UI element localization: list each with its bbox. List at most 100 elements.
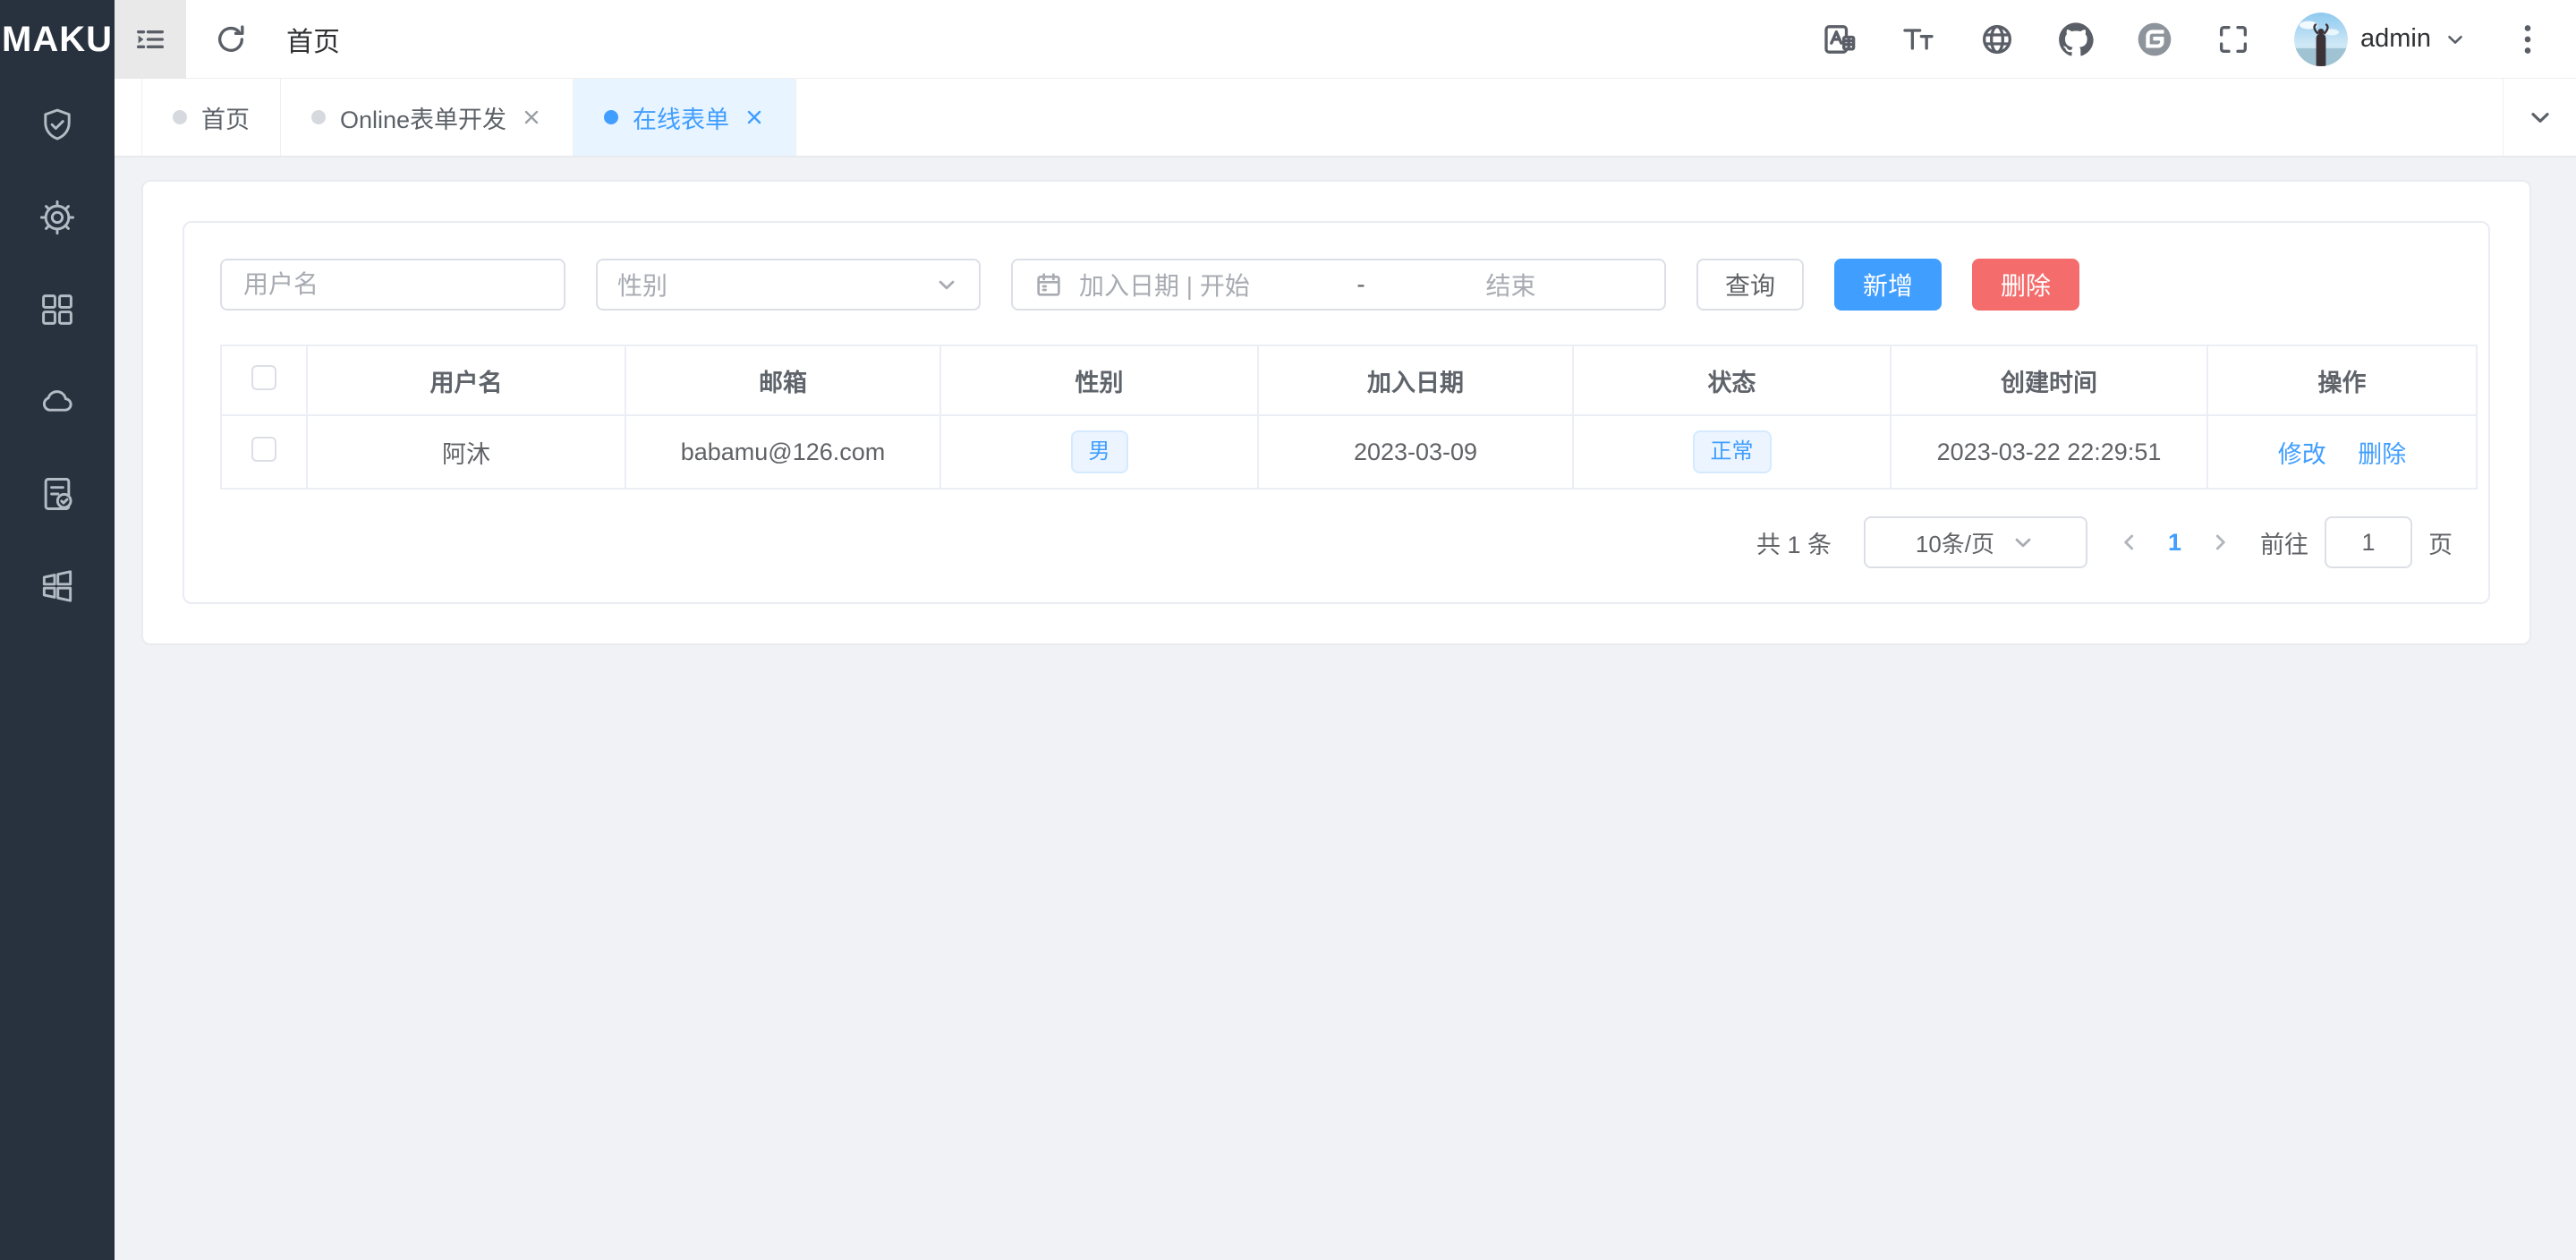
gender-select-placeholder: 性别: [617, 267, 934, 302]
tab-dot: [604, 110, 618, 124]
gear-icon: [38, 198, 77, 237]
table-row: 阿沐 babamu@126.com 男 2023-03-09 正常 2023-0…: [221, 415, 2477, 489]
tab-bar: 首页 Online表单开发 在线表单: [115, 79, 2576, 158]
sidebar-menu: [0, 79, 115, 632]
language-button[interactable]: [1979, 21, 2015, 57]
gender-cell: 男: [940, 415, 1258, 489]
translate-icon: [1822, 21, 1858, 57]
globe-icon: [1979, 21, 2015, 57]
kebab-menu-icon: [2510, 21, 2546, 57]
translate-button[interactable]: [1822, 21, 1858, 57]
sidebar-item-form[interactable]: [0, 447, 115, 540]
github-icon: [2058, 21, 2094, 57]
app-logo: MAKU: [0, 0, 115, 79]
github-button[interactable]: [2058, 21, 2094, 57]
tab-online-form-dev[interactable]: Online表单开发: [281, 79, 574, 156]
gender-select[interactable]: 性别: [596, 259, 981, 311]
gitee-button[interactable]: [2137, 21, 2172, 57]
chevron-down-icon: [2526, 103, 2555, 132]
tab-list-dropdown-button[interactable]: [2503, 79, 2576, 156]
search-toolbar: 性别 加入日期 | 开始 - 结束 查询: [220, 259, 2453, 311]
tab-dot: [311, 110, 326, 124]
close-icon[interactable]: [521, 106, 542, 128]
add-button[interactable]: 新增: [1834, 259, 1942, 311]
created-cell: 2023-03-22 22:29:51: [1891, 415, 2207, 489]
prev-page-button[interactable]: [2118, 531, 2141, 554]
outer-card: 性别 加入日期 | 开始 - 结束 查询: [141, 180, 2531, 645]
username-label: admin: [2360, 24, 2431, 54]
join-date-range-picker[interactable]: 加入日期 | 开始 - 结束: [1011, 259, 1666, 311]
current-page-number[interactable]: 1: [2168, 529, 2181, 557]
column-header: 加入日期: [1258, 345, 1573, 415]
column-header: 创建时间: [1891, 345, 2207, 415]
edit-link[interactable]: 修改: [2278, 441, 2326, 468]
table-header-row: 用户名 邮箱 性别 加入日期 状态 创建时间 操作: [221, 345, 2477, 415]
tab-dot: [173, 110, 187, 124]
sidebar-toggle-button[interactable]: [115, 0, 186, 79]
chevron-down-icon: [934, 272, 959, 297]
shield-check-icon: [38, 106, 77, 145]
row-checkbox[interactable]: [251, 437, 276, 462]
page-size-value: 10条/页: [1916, 526, 1994, 559]
font-size-icon: [1900, 21, 1936, 57]
date-end-placeholder: 结束: [1379, 267, 1643, 302]
username-input[interactable]: [220, 259, 565, 311]
username-cell: 阿沐: [307, 415, 625, 489]
status-badge: 正常: [1693, 430, 1772, 472]
column-header: 用户名: [307, 345, 625, 415]
sidebar-item-settings[interactable]: [0, 171, 115, 263]
column-header: 操作: [2207, 345, 2477, 415]
font-size-button[interactable]: [1900, 21, 1936, 57]
close-icon[interactable]: [744, 106, 765, 128]
more-options-button[interactable]: [2510, 21, 2546, 57]
top-header: 首页: [115, 0, 2576, 79]
column-header: 性别: [940, 345, 1258, 415]
row-select-cell: [221, 415, 307, 489]
select-all-checkbox[interactable]: [251, 365, 276, 390]
layout-icon: [38, 566, 77, 606]
app-root: MAKU: [0, 0, 2576, 1260]
tab-online-form[interactable]: 在线表单: [574, 79, 796, 156]
delete-button[interactable]: 删除: [1972, 259, 2079, 311]
avatar: [2294, 13, 2348, 66]
fullscreen-button[interactable]: [2215, 21, 2251, 57]
expand-menu-icon: [132, 21, 168, 57]
refresh-button[interactable]: [213, 21, 249, 57]
header-actions: admin: [1822, 13, 2576, 66]
sidebar-item-cloud[interactable]: [0, 355, 115, 447]
tab-label: 首页: [201, 100, 250, 135]
user-menu[interactable]: admin: [2294, 13, 2467, 66]
goto-page-input[interactable]: [2325, 516, 2412, 568]
sidebar: MAKU: [0, 0, 115, 1260]
document-check-icon: [38, 474, 77, 514]
delete-link[interactable]: 删除: [2358, 441, 2406, 468]
chevron-down-icon: [2444, 28, 2467, 51]
pagination: 共 1 条 10条/页 1 前往 页: [220, 516, 2453, 568]
page-size-select[interactable]: 10条/页: [1864, 516, 2087, 568]
breadcrumb: 首页: [286, 20, 340, 59]
email-cell: babamu@126.com: [625, 415, 940, 489]
sidebar-item-security[interactable]: [0, 79, 115, 171]
calendar-icon: [1034, 270, 1063, 299]
tab-label: 在线表单: [633, 100, 729, 135]
inner-card: 性别 加入日期 | 开始 - 结束 查询: [183, 221, 2490, 604]
main-column: 首页: [115, 0, 2576, 1260]
query-button[interactable]: 查询: [1696, 259, 1804, 311]
data-table: 用户名 邮箱 性别 加入日期 状态 创建时间 操作: [220, 345, 2478, 490]
next-page-button[interactable]: [2208, 531, 2232, 554]
actions-cell: 修改 删除: [2207, 415, 2477, 489]
chevron-down-icon: [2011, 530, 2036, 555]
page-content: 性别 加入日期 | 开始 - 结束 查询: [115, 158, 2576, 1260]
column-header: 邮箱: [625, 345, 940, 415]
date-separator: -: [1343, 270, 1379, 299]
tab-label: Online表单开发: [340, 100, 506, 135]
sidebar-item-apps[interactable]: [0, 263, 115, 355]
sidebar-item-layout[interactable]: [0, 540, 115, 632]
select-all-cell: [221, 345, 307, 415]
tab-spacer: [796, 79, 2503, 156]
total-count-label: 共 1 条: [1756, 525, 1832, 560]
fullscreen-icon: [2215, 21, 2251, 57]
goto-label: 前往: [2260, 525, 2308, 560]
tab-home[interactable]: 首页: [141, 79, 281, 156]
grid-icon: [38, 290, 77, 329]
